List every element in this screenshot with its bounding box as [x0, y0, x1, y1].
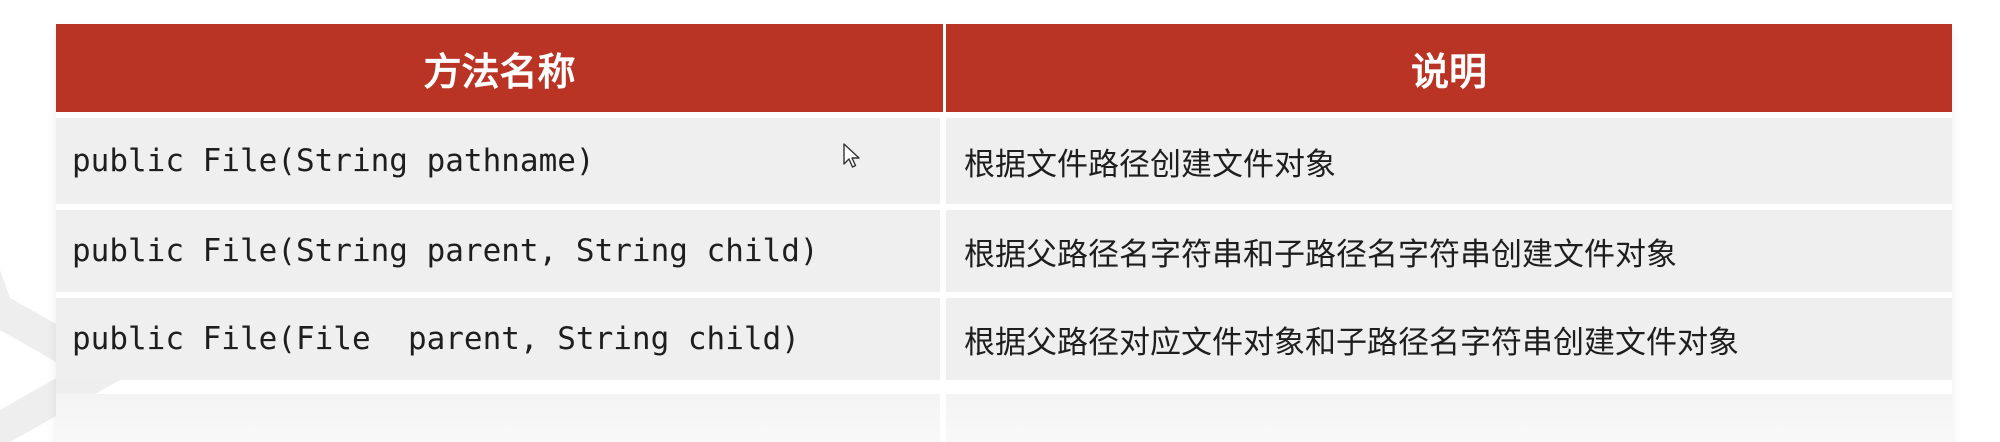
method-cell: public File(File parent, String child) — [56, 298, 946, 380]
method-table: 方法名称 说明 public File(String pathname) 根据文… — [56, 24, 1952, 442]
description-cell: 根据文件路径创建文件对象 — [946, 118, 1952, 204]
method-cell: public File(String pathname) — [56, 118, 946, 204]
description-cell: 根据父路径名字符串和子路径名字符串创建文件对象 — [946, 210, 1952, 292]
empty-method-cell — [56, 394, 946, 442]
table-row-empty — [56, 394, 1952, 442]
method-cell: public File(String parent, String child) — [56, 210, 946, 292]
table-row: public File(String parent, String child)… — [56, 210, 1952, 292]
empty-description-cell — [946, 394, 1952, 442]
table-header-row: 方法名称 说明 — [56, 24, 1952, 112]
table-row: public File(String pathname) 根据文件路径创建文件对… — [56, 118, 1952, 204]
header-description: 说明 — [946, 24, 1952, 112]
header-method-name: 方法名称 — [56, 24, 946, 112]
table-row: public File(File parent, String child) 根… — [56, 298, 1952, 380]
description-cell: 根据父路径对应文件对象和子路径名字符串创建文件对象 — [946, 298, 1952, 380]
mouse-pointer-icon — [843, 143, 860, 168]
slide-page: 方法名称 说明 public File(String pathname) 根据文… — [0, 0, 2000, 442]
